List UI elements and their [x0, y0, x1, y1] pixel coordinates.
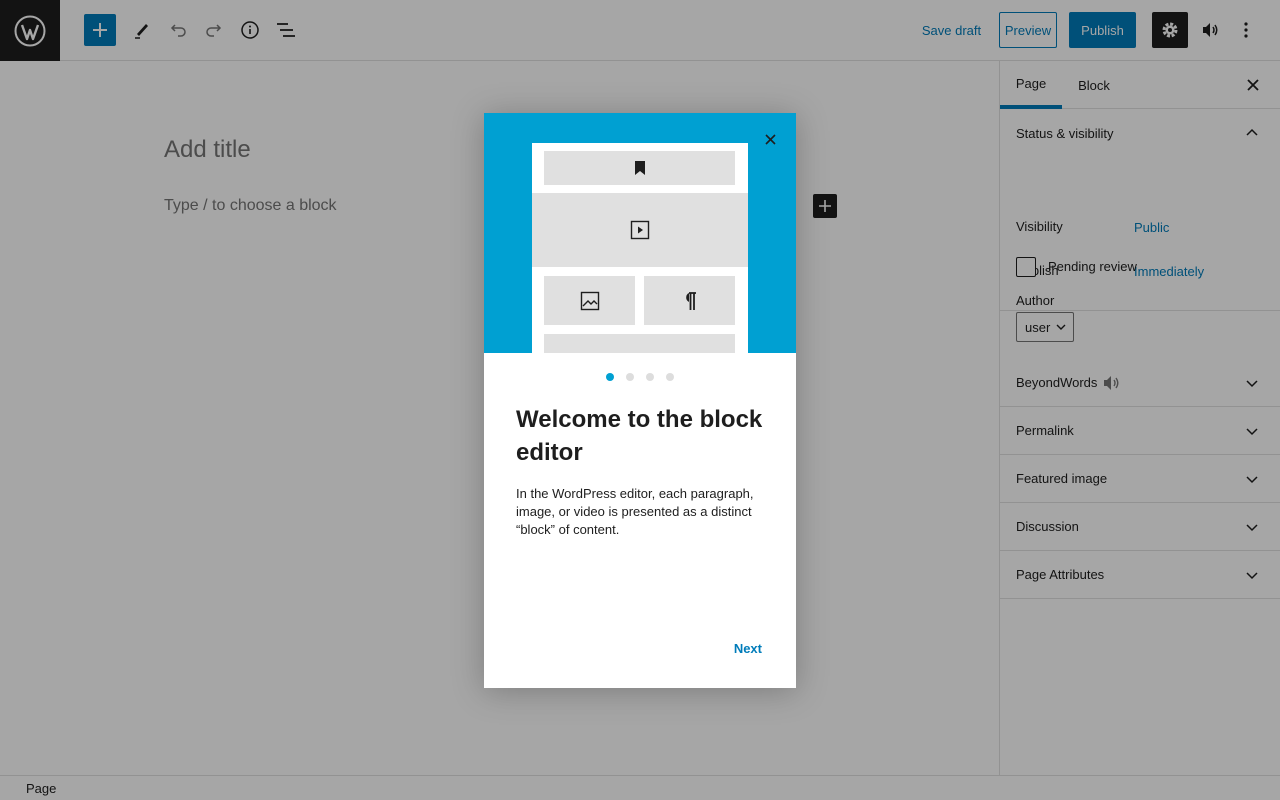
illustration-block — [544, 276, 635, 325]
guide-heading: Welcome to the block editor — [516, 406, 763, 466]
bookmark-icon — [634, 161, 645, 175]
page-dot[interactable] — [646, 373, 654, 381]
close-guide-button[interactable] — [760, 129, 780, 149]
paragraph-icon — [685, 291, 696, 310]
illustration-block — [544, 334, 735, 353]
image-icon — [580, 291, 599, 310]
illustration-block — [532, 193, 748, 267]
page-dot[interactable] — [606, 373, 614, 381]
guide-body-text: In the WordPress editor, each paragraph,… — [516, 486, 754, 537]
video-icon — [630, 220, 650, 240]
close-icon — [764, 133, 776, 145]
welcome-guide-modal: Welcome to the block editor In the WordP… — [484, 113, 796, 688]
illustration-block — [544, 151, 735, 185]
page-indicator — [484, 373, 796, 381]
next-button[interactable]: Next — [734, 641, 762, 656]
page-dot[interactable] — [626, 373, 634, 381]
page-dot[interactable] — [666, 373, 674, 381]
blocks-illustration — [532, 143, 748, 353]
illustration-block — [644, 276, 735, 325]
guide-illustration — [484, 113, 796, 353]
